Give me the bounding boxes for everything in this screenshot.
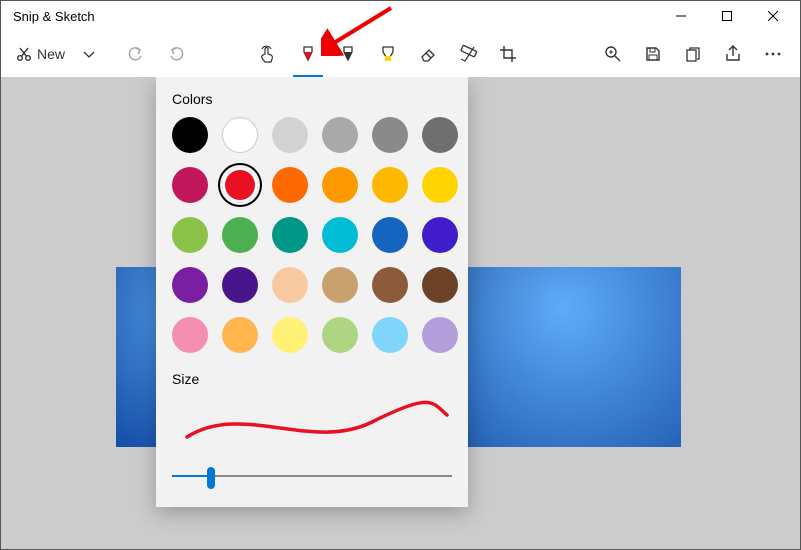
save-icon [644,45,662,63]
new-snip-button[interactable]: New [9,35,75,73]
close-button[interactable] [750,1,796,31]
eraser-icon [418,44,438,64]
save-button[interactable] [634,35,672,73]
color-swatch[interactable] [272,267,308,303]
color-swatch[interactable] [172,167,208,203]
crop-icon [498,44,518,64]
colors-heading: Colors [172,91,452,107]
color-swatch[interactable] [372,117,408,153]
color-swatch[interactable] [372,317,408,353]
size-preview [172,397,452,447]
color-swatch-grid [172,117,452,353]
color-swatch[interactable] [422,217,458,253]
color-swatch[interactable] [172,117,208,153]
color-swatch[interactable] [372,217,408,253]
ballpoint-pen-button[interactable] [289,35,327,73]
pen-black-icon [338,44,358,64]
highlighter-icon [378,44,398,64]
more-button[interactable] [754,35,792,73]
color-swatch[interactable] [322,117,358,153]
color-swatch[interactable] [322,217,358,253]
touch-icon [258,44,278,64]
color-swatch[interactable] [272,317,308,353]
color-swatch[interactable] [272,117,308,153]
color-swatch[interactable] [422,167,458,203]
color-swatch[interactable] [222,117,258,153]
color-swatch[interactable] [272,217,308,253]
pencil-button[interactable] [329,35,367,73]
copy-icon [684,45,702,63]
touch-writing-button[interactable] [249,35,287,73]
chevron-down-icon [83,48,95,60]
new-label: New [37,46,65,62]
color-swatch[interactable] [422,267,458,303]
zoom-icon [604,45,622,63]
highlighter-button[interactable] [369,35,407,73]
canvas-area[interactable]: Colors Size [1,77,800,549]
color-swatch[interactable] [222,317,258,353]
color-swatch[interactable] [172,267,208,303]
color-swatch[interactable] [422,317,458,353]
ruler-icon [458,44,478,64]
share-icon [724,45,742,63]
color-swatch[interactable] [272,167,308,203]
color-swatch[interactable] [422,117,458,153]
more-icon [764,45,782,63]
pen-settings-popup: Colors Size [156,77,468,507]
undo-button[interactable] [117,35,155,73]
ruler-button[interactable] [449,35,487,73]
color-swatch[interactable] [322,267,358,303]
color-swatch[interactable] [222,217,258,253]
zoom-button[interactable] [594,35,632,73]
eraser-button[interactable] [409,35,447,73]
color-swatch[interactable] [222,167,258,203]
new-snip-dropdown[interactable] [77,35,101,73]
redo-icon [167,45,185,63]
window-title: Snip & Sketch [13,9,95,24]
titlebar: Snip & Sketch [1,1,800,31]
color-swatch[interactable] [372,267,408,303]
minimize-button[interactable] [658,1,704,31]
color-swatch[interactable] [322,167,358,203]
toolbar: New [1,31,800,77]
color-swatch[interactable] [172,217,208,253]
copy-button[interactable] [674,35,712,73]
color-swatch[interactable] [222,267,258,303]
crop-button[interactable] [489,35,527,73]
redo-button[interactable] [157,35,195,73]
color-swatch[interactable] [372,167,408,203]
undo-icon [127,45,145,63]
share-button[interactable] [714,35,752,73]
scissors-icon [15,45,33,63]
color-swatch[interactable] [322,317,358,353]
size-heading: Size [172,371,452,387]
maximize-button[interactable] [704,1,750,31]
size-slider[interactable] [172,465,452,487]
color-swatch[interactable] [172,317,208,353]
pen-red-icon [298,44,318,64]
